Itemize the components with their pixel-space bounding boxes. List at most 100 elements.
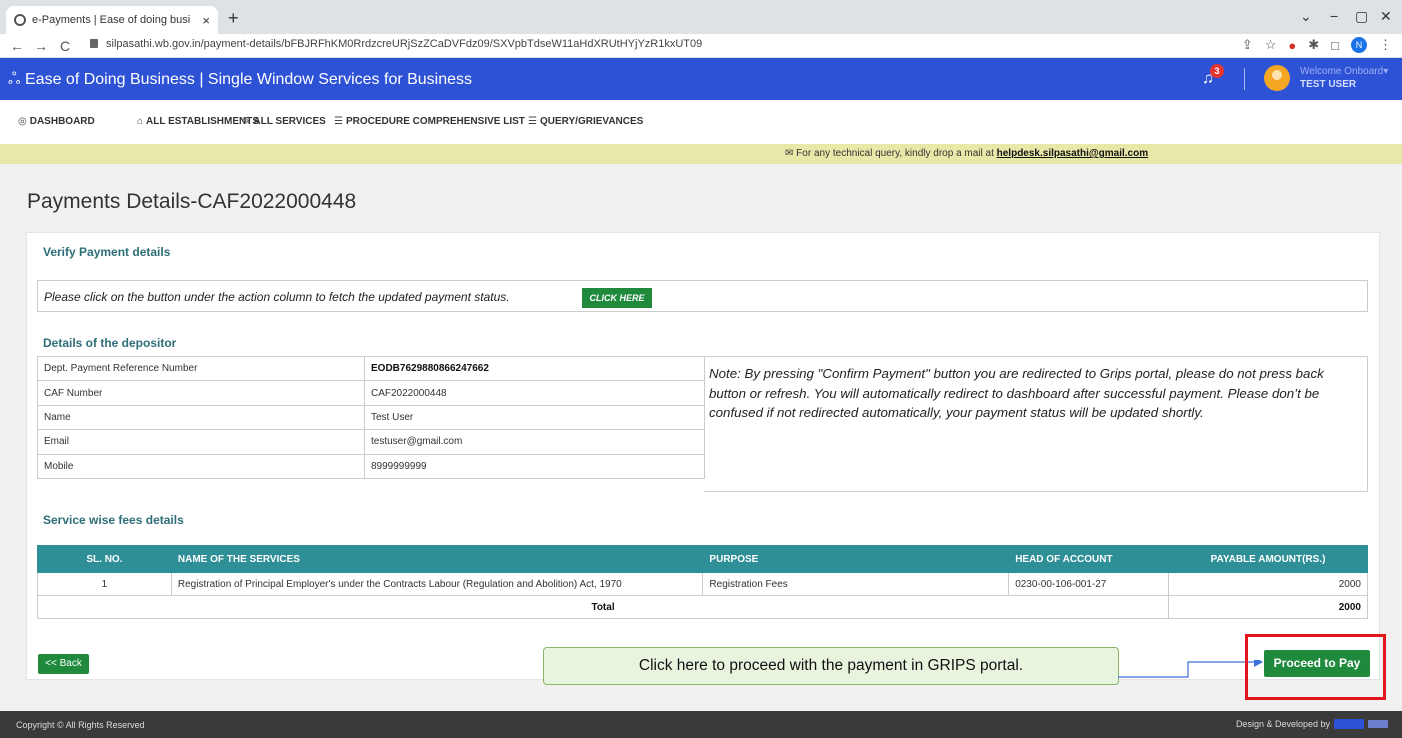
header-divider [1244, 68, 1245, 90]
notice-text: ✉ For any technical query, kindly drop a… [785, 148, 1149, 159]
fees-heading: Service wise fees details [43, 513, 184, 527]
address-bar: ← → C silpasathi.wb.gov.in/payment-detai… [0, 34, 1402, 58]
total-amount: 2000 [1168, 595, 1368, 619]
depositor-value: CAF2022000448 [364, 380, 705, 406]
lock-icon [90, 39, 98, 48]
service-name-cell: Registration of Principal Employer's und… [170, 572, 704, 596]
column-header: PURPOSE [702, 545, 1010, 573]
depositor-label: Dept. Payment Reference Number [37, 355, 365, 382]
table-row: Mobile 8999999999 [37, 453, 705, 479]
building-icon: ⌂ [137, 116, 144, 127]
table-row: CAF Number CAF2022000448 [37, 380, 705, 406]
click-here-button[interactable]: CLICK HERE [582, 288, 652, 308]
back-button[interactable]: << Back [38, 654, 89, 674]
welcome-dropdown[interactable]: Welcome Onboard▾ [1300, 66, 1388, 77]
notice-bar: ✉ For any technical query, kindly drop a… [0, 144, 1402, 164]
depositor-value: 8999999999 [364, 453, 705, 479]
menu-all-establishments[interactable]: ⌂ ALL ESTABLISHMENTS [137, 116, 259, 127]
list-icon: ☰ [334, 116, 343, 127]
nic-wordmark [1368, 720, 1388, 728]
tab-close-icon[interactable]: × [202, 13, 210, 28]
site-brand[interactable]: ஃ Ease of Doing Business | Single Window… [8, 70, 472, 90]
fees-table: SL. NO. NAME OF THE SERVICES PURPOSE HEA… [36, 545, 1368, 619]
maximize-icon[interactable]: ▢ [1355, 8, 1368, 25]
verify-instructions: Please click on the button under the act… [44, 290, 510, 304]
note-text: Note: By pressing "Confirm Payment" butt… [709, 366, 1324, 420]
head-of-account-cell: 0230-00-106-001-27 [1008, 572, 1170, 596]
globe-icon [14, 14, 26, 26]
list-icon: ☰ [528, 116, 537, 127]
developer-credit: Design & Developed by [1236, 719, 1388, 729]
mail-icon: ✉ [785, 148, 794, 159]
helpdesk-email-link[interactable]: helpdesk.silpasathi@gmail.com [997, 148, 1148, 159]
menu-procedure-list[interactable]: ☰ PROCEDURE COMPREHENSIVE LIST [334, 116, 525, 127]
user-avatar[interactable] [1264, 65, 1290, 91]
minimize-icon[interactable]: − [1330, 8, 1338, 24]
nic-logo [1334, 719, 1364, 729]
depositor-value: testuser@gmail.com [364, 429, 705, 455]
browser-tab[interactable]: e-Payments | Ease of doing busi × [6, 6, 218, 34]
callout-arrow [1118, 660, 1263, 678]
menu-query-grievances[interactable]: ☰ QUERY/GRIEVANCES [528, 116, 643, 127]
wrench-icon: ✎ [242, 116, 251, 127]
notification-bell-icon[interactable]: ♫ 3 [1202, 64, 1224, 88]
back-arrow-icon[interactable]: ← [10, 38, 24, 54]
site-title: Ease of Doing Business | Single Window S… [25, 71, 473, 88]
column-header: HEAD OF ACCOUNT [1008, 545, 1170, 573]
close-window-icon[interactable]: ✕ [1380, 8, 1392, 25]
depositor-table: Dept. Payment Reference Number EODB762988… [37, 355, 705, 479]
depositor-label: Email [37, 429, 365, 455]
reload-icon[interactable]: C [58, 38, 72, 54]
depositor-heading: Details of the depositor [43, 336, 177, 350]
depositor-label: Name [37, 404, 365, 431]
payment-note: Note: By pressing "Confirm Payment" butt… [704, 356, 1368, 492]
depositor-value: EODB7629880866247662 [364, 355, 705, 382]
table-row: Email testuser@gmail.com [37, 429, 705, 455]
column-header: NAME OF THE SERVICES [170, 545, 704, 573]
main-menu: ◎ DASHBOARD ⌂ ALL ESTABLISHMENTS ✎ ALL SERV… [0, 100, 1402, 144]
puzzle-icon[interactable]: ✱ [1308, 37, 1319, 53]
depositor-value: Test User [364, 404, 705, 431]
bookmark-star-icon[interactable]: ☆ [1265, 37, 1277, 53]
forward-arrow-icon[interactable]: → [34, 38, 48, 54]
total-label: Total [36, 595, 1170, 619]
url-field[interactable]: silpasathi.wb.gov.in/payment-details/bFB… [90, 38, 702, 50]
table-row: Name Test User [37, 404, 705, 431]
extension-icons: ⇪ ☆ ● ✱ □ N ⋮ [1242, 37, 1392, 53]
notification-badge: 3 [1210, 64, 1224, 78]
verify-heading: Verify Payment details [43, 245, 171, 259]
column-header: PAYABLE AMOUNT(RS.) [1168, 545, 1368, 573]
dashboard-icon: ◎ [18, 116, 27, 127]
sl-no-cell: 1 [37, 572, 172, 596]
total-row: Total 2000 [36, 595, 1368, 619]
depositor-label: CAF Number [37, 380, 365, 406]
new-tab-icon[interactable]: + [228, 8, 239, 29]
page-footer: Copyright © All Rights Reserved Design &… [0, 711, 1402, 738]
profile-avatar[interactable]: N [1351, 37, 1367, 53]
column-header: SL. NO. [37, 545, 172, 573]
copyright-text: Copyright © All Rights Reserved [16, 720, 145, 730]
url-text: silpasathi.wb.gov.in/payment-details/bFB… [106, 38, 703, 50]
table-header-row: SL. NO. NAME OF THE SERVICES PURPOSE HEA… [37, 545, 1368, 573]
tab-search-icon[interactable]: ⌄ [1300, 8, 1312, 25]
table-row: 1 Registration of Principal Employer's u… [37, 572, 1368, 596]
browser-tab-strip: e-Payments | Ease of doing busi × + ⌄ − … [0, 0, 1402, 34]
verify-box: Please click on the button under the act… [37, 280, 1368, 312]
purpose-cell: Registration Fees [702, 572, 1010, 596]
menu-dashboard[interactable]: ◎ DASHBOARD [18, 116, 95, 127]
user-name: TEST USER [1300, 79, 1357, 90]
extension-icon[interactable]: ● [1288, 38, 1296, 53]
menu-all-services[interactable]: ✎ ALL SERVICES [242, 116, 326, 127]
app-header: ஃ Ease of Doing Business | Single Window… [0, 58, 1402, 100]
tab-title: e-Payments | Ease of doing busi [32, 14, 191, 26]
more-menu-icon[interactable]: ⋮ [1379, 37, 1392, 53]
network-icon: ஃ [8, 71, 21, 88]
instruction-callout: Click here to proceed with the payment i… [543, 647, 1119, 685]
share-icon[interactable]: ⇪ [1242, 37, 1253, 53]
depositor-label: Mobile [37, 453, 365, 479]
amount-cell: 2000 [1168, 572, 1368, 596]
page-title: Payments Details-CAF2022000448 [27, 190, 357, 213]
sidepanel-icon[interactable]: □ [1331, 38, 1339, 53]
table-row: Dept. Payment Reference Number EODB762988… [37, 355, 705, 382]
proceed-to-pay-button[interactable]: Proceed to Pay [1264, 650, 1370, 677]
